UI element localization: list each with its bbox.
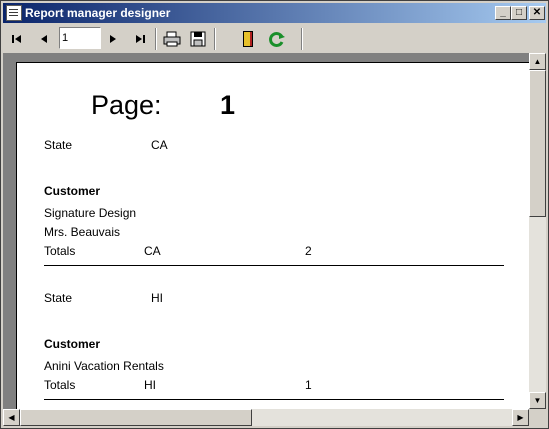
save-button[interactable] — [188, 29, 208, 49]
state-value: CA — [151, 138, 168, 152]
toolbar-separator — [301, 28, 303, 50]
exit-button[interactable] — [238, 29, 258, 49]
maximize-button[interactable]: □ — [511, 6, 527, 20]
save-icon — [190, 31, 206, 47]
minimize-button[interactable]: _ — [495, 6, 511, 20]
prev-page-icon — [41, 35, 47, 43]
page-number: 1 — [220, 90, 236, 120]
horizontal-scroll-thumb[interactable] — [20, 409, 252, 426]
prev-page-button[interactable] — [34, 29, 54, 49]
first-page-icon — [12, 35, 21, 43]
title-bar[interactable]: Report manager designer _ □ ✕ — [3, 3, 546, 23]
app-icon[interactable] — [6, 5, 22, 21]
totals-state: HI — [144, 378, 156, 392]
group-divider — [44, 399, 504, 400]
report-manager-window: Report manager designer _ □ ✕ 1 Page: 1 … — [0, 0, 549, 429]
page-label: Page: — [91, 90, 162, 120]
toolbar-separator — [155, 28, 157, 50]
first-page-button[interactable] — [7, 29, 27, 49]
horizontal-scrollbar[interactable]: ◀ ▶ — [3, 409, 529, 426]
totals-label: Totals — [44, 378, 76, 392]
customer-name: Signature Design — [44, 206, 137, 220]
print-button[interactable] — [162, 29, 182, 49]
scrollbar-corner — [529, 409, 546, 426]
totals-state: CA — [144, 244, 161, 258]
toolbar-separator — [214, 28, 216, 50]
next-page-button[interactable] — [103, 29, 123, 49]
group-divider — [44, 265, 504, 266]
state-label: State — [44, 291, 73, 305]
state-label: State — [44, 138, 73, 152]
scroll-left-button[interactable]: ◀ — [3, 409, 20, 426]
window-title: Report manager designer — [25, 6, 171, 20]
customer-name: Mrs. Beauvais — [44, 225, 121, 239]
page-number-input[interactable] — [59, 27, 101, 49]
print-icon — [163, 31, 181, 47]
last-page-button[interactable] — [130, 29, 150, 49]
customer-header: Customer — [44, 337, 101, 351]
refresh-button[interactable] — [267, 29, 287, 49]
scroll-down-button[interactable]: ▼ — [529, 392, 546, 409]
scroll-up-button[interactable]: ▲ — [529, 53, 546, 70]
vertical-scrollbar[interactable]: ▲ ▼ — [529, 53, 546, 409]
next-page-icon — [110, 35, 116, 43]
refresh-icon — [269, 32, 285, 47]
last-page-icon — [136, 35, 145, 43]
state-value: HI — [151, 291, 163, 305]
totals-label: Totals — [44, 244, 76, 258]
report-page: Page: 1 State CA Customer Signature Desi… — [16, 62, 529, 409]
totals-count: 1 — [305, 378, 312, 392]
scroll-right-button[interactable]: ▶ — [512, 409, 529, 426]
customer-header: Customer — [44, 184, 101, 198]
vertical-scroll-thumb[interactable] — [529, 70, 546, 217]
toolbar — [3, 25, 546, 53]
exit-icon — [243, 31, 253, 47]
close-button[interactable]: ✕ — [529, 6, 545, 20]
report-preview-area[interactable]: Page: 1 State CA Customer Signature Desi… — [3, 53, 529, 409]
totals-count: 2 — [305, 244, 312, 258]
customer-name: Anini Vacation Rentals — [44, 359, 164, 373]
